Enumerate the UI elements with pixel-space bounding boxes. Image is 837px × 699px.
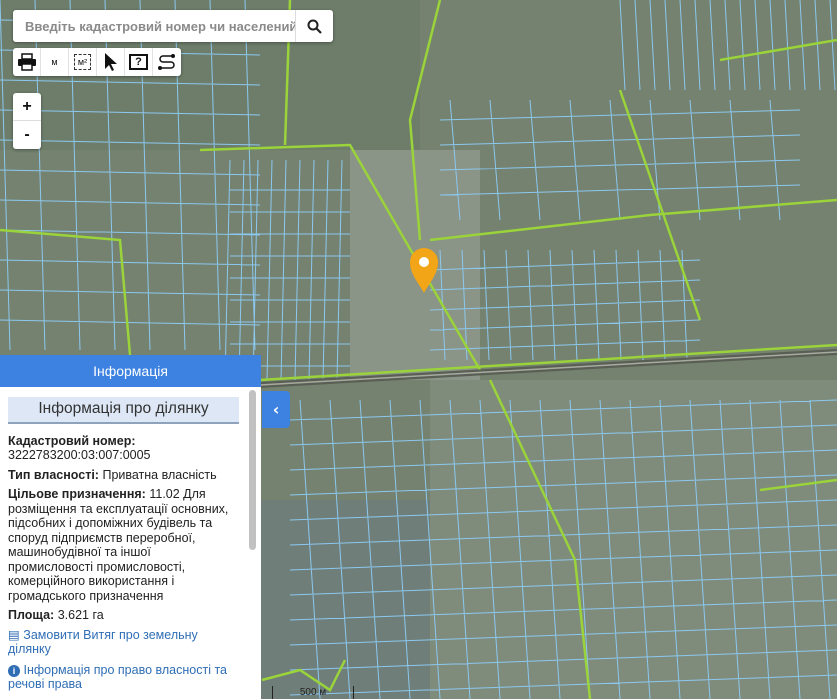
ownership-rights-link[interactable]: i Інформація про право власності та речо… — [8, 663, 239, 692]
help-monitor-icon: ? — [129, 54, 148, 70]
measure-area-button[interactable]: м² — [69, 48, 97, 76]
collapse-panel-button[interactable]: ‹ — [262, 391, 290, 428]
panel-scrollbar[interactable] — [249, 390, 256, 550]
purpose-value: 11.02 Для розміщення та експлуатації осн… — [8, 487, 229, 603]
document-icon: ▤ — [8, 627, 20, 642]
cadastral-label: Кадастровий номер: — [8, 433, 136, 448]
info-panel-title: Інформація — [0, 355, 261, 387]
measure-distance-button[interactable]: м — [41, 48, 69, 76]
purpose-label: Цільове призначення: — [8, 487, 146, 501]
ownership-value: Приватна власність — [102, 467, 217, 482]
info-icon: i — [8, 664, 20, 677]
ownership-rights-label: Інформація про право власності та речові… — [8, 662, 227, 692]
parcel-info-heading: Інформація про ділянку — [8, 397, 239, 424]
print-icon — [17, 53, 36, 71]
map-toolbar: м м² ? — [13, 48, 181, 76]
pointer-icon — [104, 53, 117, 71]
select-pointer-button[interactable] — [97, 48, 125, 76]
ownership-label: Тип власності: — [8, 467, 99, 482]
route-icon — [158, 54, 175, 70]
info-panel: Інформація Інформація про ділянку Кадаст… — [0, 355, 261, 699]
search-button[interactable] — [295, 10, 333, 42]
area-value: 3.621 га — [57, 608, 104, 622]
search-icon — [307, 19, 322, 34]
print-button[interactable] — [13, 48, 41, 76]
search-bar — [13, 10, 333, 42]
route-button[interactable] — [153, 48, 181, 76]
zoom-control: + - — [13, 93, 41, 149]
measure-distance-icon: м — [51, 57, 58, 67]
help-button[interactable]: ? — [125, 48, 153, 76]
zoom-in-button[interactable]: + — [13, 93, 41, 121]
chevron-left-icon: ‹ — [272, 400, 280, 419]
area-label: Площа: — [8, 608, 55, 622]
scale-bar: 500 м — [272, 686, 354, 699]
search-input[interactable] — [13, 10, 295, 42]
measure-area-icon: м² — [73, 54, 92, 70]
order-extract-label: Замовити Витяг про земельну ділянку — [8, 627, 198, 657]
cadastral-value: 3222783200:03:007:0005 — [8, 448, 151, 462]
zoom-out-button[interactable]: - — [13, 121, 41, 149]
order-extract-link[interactable]: ▤ Замовити Витяг про земельну ділянку — [8, 628, 239, 657]
